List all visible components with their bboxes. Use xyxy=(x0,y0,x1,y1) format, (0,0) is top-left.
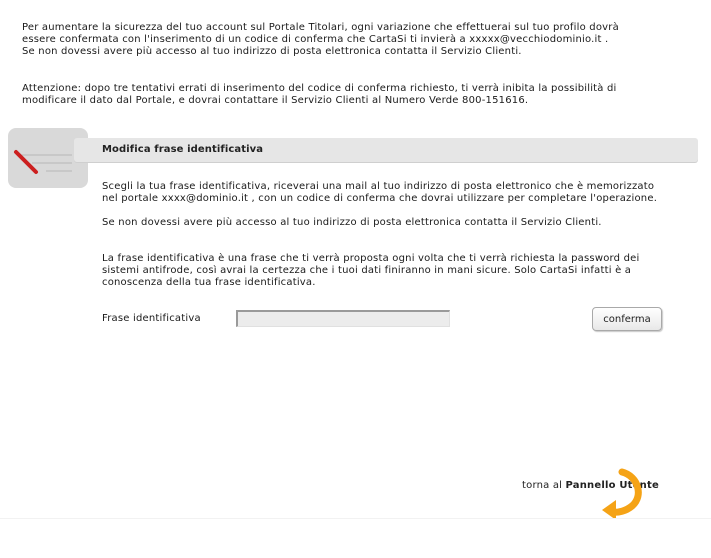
section-header: Modifica frase identificativa xyxy=(74,138,698,162)
instructions-line: Scegli la tua frase identificativa, rice… xyxy=(102,181,655,192)
confirm-button[interactable]: conferma xyxy=(592,307,662,331)
intro-line: Per aumentare la sicurezza del tuo accou… xyxy=(22,22,619,33)
warning-line: Attenzione: dopo tre tentativi errati di… xyxy=(22,83,617,94)
orange-return-arrow-icon[interactable] xyxy=(598,468,648,520)
phrase-field-label: Frase identificativa xyxy=(102,313,201,324)
explanation-line: La frase identificativa è una frase che … xyxy=(102,253,640,264)
explanation-line: conoscenza della tua frase identificativ… xyxy=(102,277,316,288)
section-title: Modifica frase identificativa xyxy=(102,144,264,155)
footer-strip xyxy=(0,518,711,558)
explanation-line: sistemi antifrode, così avrai la certezz… xyxy=(102,265,632,276)
support-paragraph: Se non dovessi avere più accesso al tuo … xyxy=(102,217,702,229)
intro-notice: Per aumentare la sicurezza del tuo accou… xyxy=(22,22,692,58)
intro-line: essere confermata con l'inserimento di u… xyxy=(22,34,609,45)
warning-line: modificare il dato dal Portale, e dovrai… xyxy=(22,95,529,106)
instructions-line: nel portale xxxx@dominio.it , con un cod… xyxy=(102,193,658,204)
intro-line: Se non dovessi avere più accesso al tuo … xyxy=(22,46,522,57)
page: Per aumentare la sicurezza del tuo accou… xyxy=(0,0,711,558)
warning-notice: Attenzione: dopo tre tentativi errati di… xyxy=(22,83,692,107)
instructions-paragraph: Scegli la tua frase identificativa, rice… xyxy=(102,181,702,205)
pencil-edit-icon xyxy=(14,150,72,174)
support-line: Se non dovessi avere più accesso al tuo … xyxy=(102,217,602,228)
back-link-prefix: torna al xyxy=(522,480,563,491)
phrase-input[interactable] xyxy=(236,310,450,327)
explanation-paragraph: La frase identificativa è una frase che … xyxy=(102,253,702,289)
